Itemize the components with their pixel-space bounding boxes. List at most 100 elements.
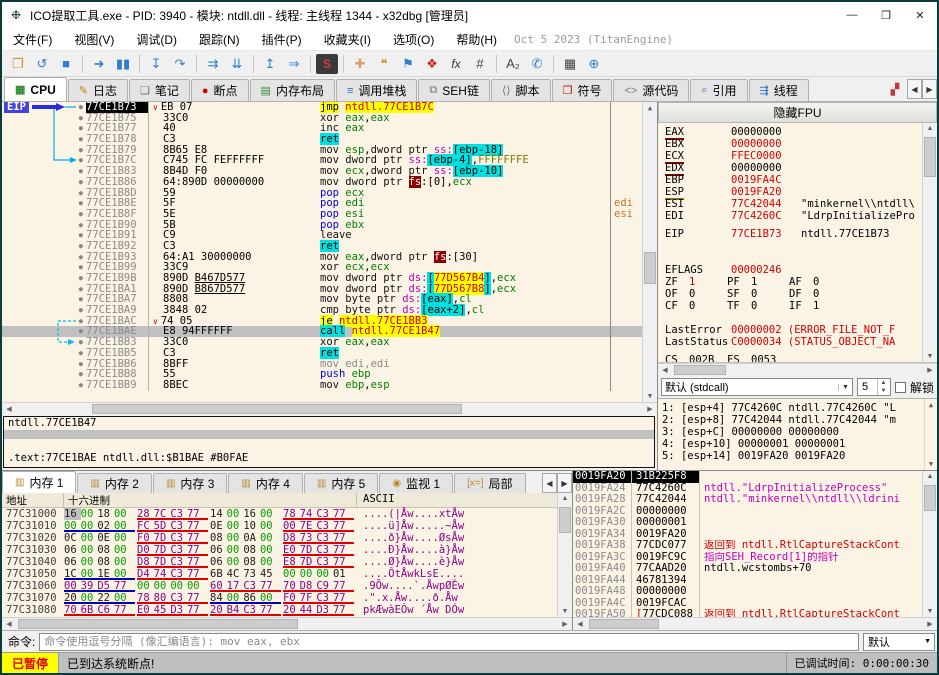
functions-icon[interactable]: fx (445, 53, 467, 75)
dump-byte[interactable]: D4 (137, 568, 154, 580)
pause-icon[interactable]: ▮▮ (112, 53, 134, 75)
dump-byte[interactable]: 6B (210, 568, 227, 580)
dump-byte[interactable]: 77 (333, 508, 350, 520)
dump-byte[interactable]: 1C (64, 568, 81, 580)
dump-byte[interactable]: 20 (210, 604, 227, 616)
labels-icon[interactable]: ⚑ (397, 53, 419, 75)
dump-byte[interactable]: 00 (227, 532, 244, 544)
graph-view-icon[interactable]: ▞ (884, 78, 906, 100)
dump-byte[interactable]: D0 (137, 544, 154, 556)
dump-byte[interactable]: FC (137, 520, 154, 532)
dump-byte[interactable]: C3 (316, 532, 333, 544)
dump-byte[interactable]: 16 (243, 508, 260, 520)
unlock-checkbox[interactable] (894, 381, 906, 393)
register-row[interactable]: ESI 77C42044 "minkernel\\ntdll\ (665, 198, 922, 210)
flag-value[interactable]: 1 (751, 276, 789, 288)
dump-byte[interactable]: 06 (64, 544, 81, 556)
dump-byte[interactable]: 77 (333, 580, 350, 592)
menu-item[interactable]: 文件(F) (2, 31, 63, 48)
tab-断点[interactable]: ● 断点 (190, 79, 249, 101)
dump-byte[interactable]: 00 (283, 520, 300, 532)
stack-row[interactable]: 0019FA40 77CAAD20 ntdll.wcstombs+70 (573, 562, 922, 575)
dump-byte[interactable]: 70 (64, 604, 81, 616)
command-input[interactable] (39, 632, 859, 651)
flag-value[interactable]: 1 (689, 276, 727, 288)
stack-row[interactable]: 0019FA38 77CDC077 返回到 ntdll.RtlCaptureStac… (573, 539, 922, 552)
dump-byte[interactable]: 77 (187, 544, 204, 556)
dump-byte[interactable]: 00 (81, 592, 98, 604)
dump-byte[interactable]: 00 (260, 592, 277, 604)
tab-引用[interactable]: ⌕ 引用 (690, 79, 748, 101)
dump-byte[interactable]: F0 (137, 532, 154, 544)
dump-byte[interactable]: 00 (260, 520, 277, 532)
dump-byte[interactable]: 00 (81, 556, 98, 568)
stack-value[interactable]: [77CDC088 (631, 608, 699, 617)
dump-byte[interactable]: 77 (260, 580, 277, 592)
dump-byte[interactable]: D8 (300, 580, 317, 592)
register-row[interactable]: EDX 00000000 (665, 162, 922, 176)
dump-byte[interactable]: 00 (227, 520, 244, 532)
dump-byte[interactable]: 78 (283, 508, 300, 520)
flag-value[interactable]: 0 (689, 288, 727, 300)
dump-byte[interactable]: 00 (81, 544, 98, 556)
dump-byte[interactable]: 77 (333, 592, 350, 604)
open-file-icon[interactable]: ❐ (7, 53, 29, 75)
dump-byte[interactable]: 0A (243, 532, 260, 544)
breakpoint-dot-icon[interactable]: ● (2, 230, 86, 241)
tabs-scroll-right-icon[interactable]: ▶ (922, 79, 937, 99)
dump-byte[interactable]: D3 (316, 604, 333, 616)
dump-byte[interactable]: C3 (316, 592, 333, 604)
register-row[interactable]: ZF 1 PF 1 AF 0 (665, 276, 922, 288)
dump-row[interactable]: 77C31080 70 6B C6 77 E0 45 D3 77 20 B4 C3 77 20 44 D3 77… (2, 604, 557, 616)
assemble-icon[interactable]: A₂ (502, 53, 524, 75)
dump-byte[interactable]: 7F (300, 592, 317, 604)
dump-byte[interactable]: 77 (114, 580, 131, 592)
dump-row[interactable]: 77C31040 06 00 08 00 D8 7D C3 77 06 00 08 00 E8 7D C3 77… (2, 556, 557, 568)
dump-byte[interactable]: 00 (300, 568, 317, 580)
dump-row[interactable]: 77C31070 20 00 22 00 78 80 C3 77 84 00 86 00 F0 7F C3 77… (2, 592, 557, 604)
dump-byte[interactable]: 77 (260, 604, 277, 616)
dump-byte[interactable]: D8 (137, 556, 154, 568)
breakpoint-dot-icon[interactable]: ● (2, 359, 86, 370)
dump-byte[interactable]: 77 (333, 604, 350, 616)
register-value[interactable]: 0019FA4C (731, 174, 801, 186)
dump-byte[interactable]: 00 (227, 556, 244, 568)
dump-byte[interactable]: C3 (170, 532, 187, 544)
dump-byte[interactable]: 00 (283, 568, 300, 580)
trace-record-icon[interactable]: # (469, 53, 491, 75)
register-value[interactable]: 00000000 (731, 126, 801, 138)
register-row[interactable]: OF 0 SF 0 DF 0 (665, 288, 922, 300)
dump-byte[interactable]: C3 (170, 544, 187, 556)
dump-byte[interactable]: C6 (97, 604, 114, 616)
close-button[interactable]: ✕ (903, 3, 937, 27)
dump-byte[interactable]: 77 (114, 604, 131, 616)
stack-hscrollbar[interactable]: ◀ ▶ (573, 617, 937, 630)
register-row[interactable]: CS 002B FS 0053 (665, 354, 922, 362)
dump-byte[interactable]: 00 (227, 592, 244, 604)
register-row[interactable]: CF 0 TF 0 IF 1 (665, 300, 922, 312)
trace-over-icon[interactable]: ⇊ (226, 53, 248, 75)
breakpoint-dot-icon[interactable]: ● (2, 188, 86, 199)
dump-byte[interactable]: 00 (170, 580, 187, 592)
register-value[interactable]: 77C4260C (731, 210, 801, 222)
dump-tab-内存 5[interactable]: ▥ 内存 5 (303, 473, 379, 493)
arguments-vscrollbar[interactable]: ▲ ▼ (924, 399, 937, 470)
flag-value[interactable]: 0 (751, 300, 789, 312)
stack-row[interactable]: 0019FA28 77C42044 ntdll."minkernel\\ntdll\… (573, 493, 922, 506)
breakpoint-dot-icon[interactable]: ● (2, 284, 86, 295)
dump-row[interactable]: 77C31000 16 00 18 00 28 7C C3 77 14 00 16 00 78 74 C3 77… (2, 508, 557, 520)
hide-fpu-button[interactable]: 隐藏FPU (658, 102, 937, 123)
breakpoint-dot-icon[interactable]: ● (2, 113, 86, 124)
step-out-icon[interactable]: ↥ (259, 53, 281, 75)
dump-byte[interactable]: 00 (260, 532, 277, 544)
tab-日志[interactable]: ✎ 日志 (67, 79, 128, 101)
breakpoint-dot-icon[interactable]: ● (2, 369, 86, 380)
breakpoint-dot-icon[interactable]: ● (2, 316, 86, 327)
register-value[interactable]: 00000246 (731, 264, 801, 276)
tab-源代码[interactable]: <> 源代码 (613, 79, 690, 101)
dump-byte[interactable]: 00 (260, 556, 277, 568)
dump-byte[interactable]: 08 (243, 544, 260, 556)
dump-row[interactable]: 77C31060 00 39 D5 77 00 00 00 00 60 17 C3 77 70 D8 C9 77… (2, 580, 557, 592)
dump-byte[interactable]: 00 (260, 508, 277, 520)
dump-byte[interactable]: 7C (154, 508, 171, 520)
